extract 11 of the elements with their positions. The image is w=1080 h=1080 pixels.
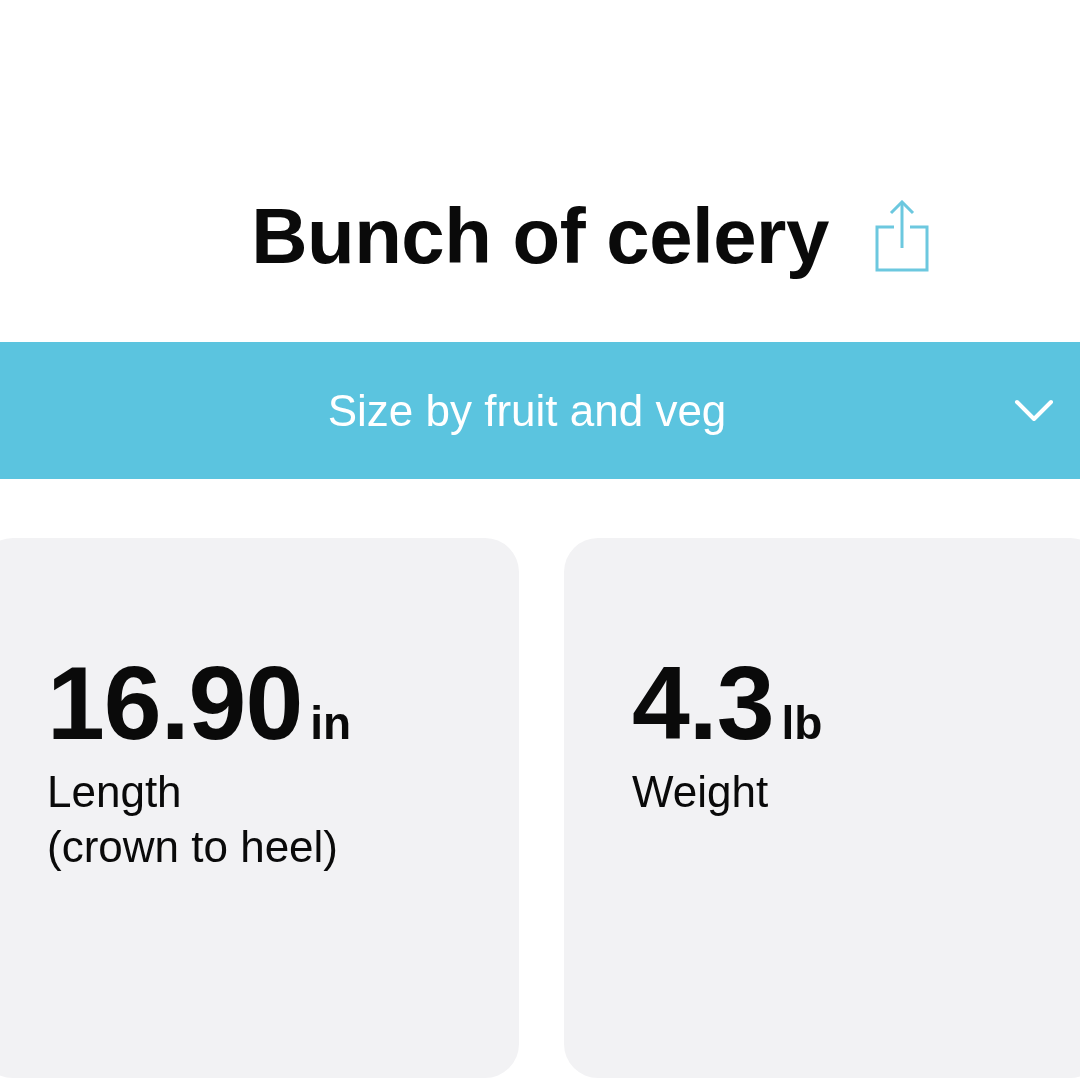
measurement-unit: in (310, 700, 352, 746)
measurement-label: Weight (632, 766, 769, 818)
measurement-value: 4.3 (632, 651, 774, 755)
share-icon (874, 200, 929, 272)
page-title: Bunch of celery (251, 191, 829, 281)
share-button[interactable] (874, 200, 929, 272)
measurement-unit: lb (781, 700, 823, 746)
chevron-down-icon (1014, 398, 1054, 423)
measurement-value: 16.90 (47, 651, 303, 755)
size-dropdown[interactable]: Size by fruit and veg (0, 342, 1080, 479)
measurement-label: Length (crown to heel) (47, 766, 338, 873)
